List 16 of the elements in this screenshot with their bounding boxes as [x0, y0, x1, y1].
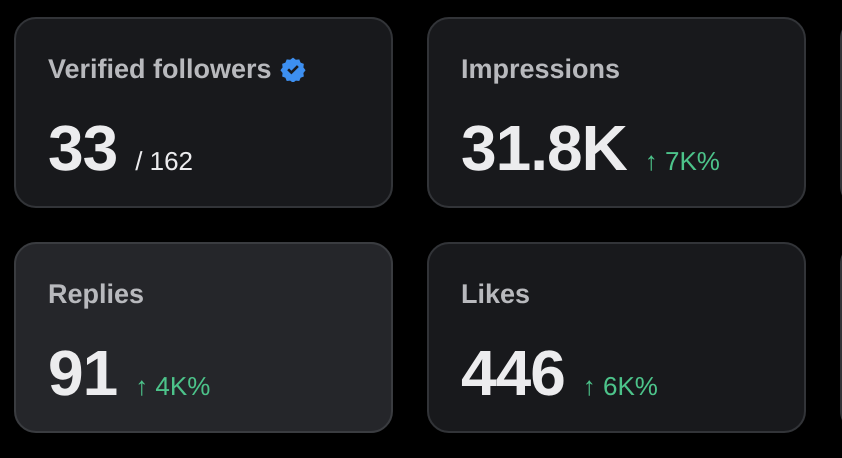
stat-label: Impressions: [461, 54, 620, 84]
stat-value: 446: [461, 336, 565, 410]
stat-value: 33: [48, 111, 118, 185]
stat-label: Verified followers: [48, 54, 272, 84]
stat-label: Replies: [48, 278, 144, 310]
stat-change: ↑ 6K%: [582, 371, 658, 402]
stat-total: / 162: [135, 146, 194, 177]
stat-card[interactable]: Impressions 31.8K ↑ 7K%: [427, 17, 806, 208]
stat-card[interactable]: Replies 91 ↑ 4K%: [14, 242, 393, 433]
stat-card[interactable]: Verified followers 33 / 162: [14, 17, 393, 208]
stat-change: ↑ 4K%: [135, 371, 210, 402]
stat-card[interactable]: Likes 446 ↑ 6K%: [427, 242, 806, 433]
stat-value: 31.8K: [461, 111, 627, 185]
stat-label: Likes: [461, 278, 530, 310]
stat-value: 91: [48, 336, 118, 410]
stat-change: ↑ 7K%: [644, 146, 720, 177]
